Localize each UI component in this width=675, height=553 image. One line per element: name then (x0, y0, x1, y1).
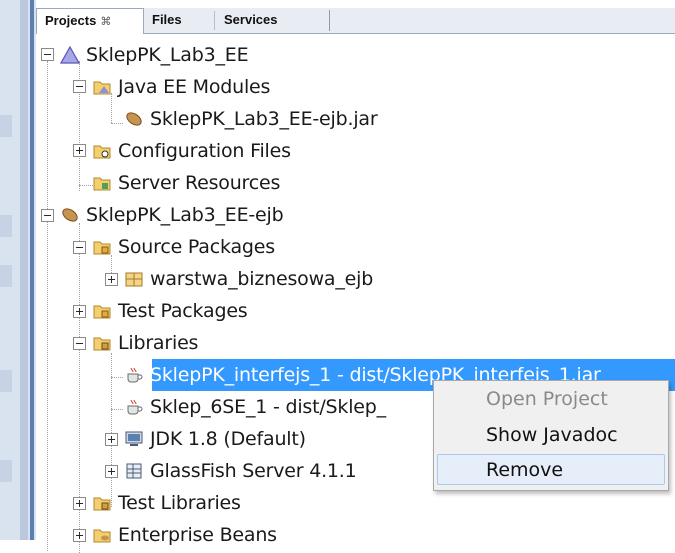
explorer-tab-bar: Projects ⌘ Files Services (36, 8, 675, 34)
tab-files[interactable]: Files (144, 8, 216, 33)
tree-node[interactable]: Enterprise Beans (92, 519, 277, 551)
menu-item-show-javadoc[interactable]: Show Javadoc (486, 424, 618, 446)
node-label: Test Libraries (118, 492, 241, 514)
source-packages-folder-icon (92, 237, 112, 257)
jdk-icon (124, 429, 144, 449)
test-packages-folder-icon (92, 301, 112, 321)
tree-node[interactable]: GlassFish Server 4.1.1 (124, 455, 357, 487)
node-label: Configuration Files (118, 140, 291, 162)
libraries-folder-icon (92, 333, 112, 353)
tree-node[interactable]: SklepPK_Lab3_EE-ejb.jar (124, 103, 378, 135)
context-menu: Open Project Show Javadoc Remove (433, 380, 669, 491)
tree-node[interactable]: Test Libraries (92, 487, 241, 519)
library-jar-icon (124, 397, 144, 417)
expand-toggle[interactable] (73, 305, 86, 318)
tree-node[interactable]: Java EE Modules (92, 71, 270, 103)
tree-node[interactable]: SklepPK_Lab3_EE-ejb (60, 199, 284, 231)
left-window-strip (0, 0, 36, 540)
collapse-toggle[interactable] (73, 241, 86, 254)
node-label: warstwa_biznesowa_ejb (150, 268, 374, 290)
tree-node[interactable]: Source Packages (92, 231, 275, 263)
tree-node[interactable]: Test Packages (92, 295, 248, 327)
menu-item-open-project[interactable]: Open Project (486, 388, 608, 410)
tab-close-icon[interactable]: ⌘ (100, 16, 111, 28)
node-label: Java EE Modules (118, 76, 271, 98)
node-label: SklepPK_Lab3_EE-ejb.jar (150, 108, 378, 130)
tree-node[interactable]: Configuration Files (92, 135, 291, 167)
modules-folder-icon (92, 77, 112, 97)
expand-toggle[interactable] (105, 465, 118, 478)
tab-projects-label: Projects (45, 13, 97, 28)
tab-projects[interactable]: Projects ⌘ (36, 8, 144, 34)
enterprise-project-icon (59, 45, 81, 65)
tree-node[interactable]: SklepPK_Lab3_EE (59, 39, 249, 71)
config-folder-icon (92, 141, 112, 161)
node-label: JDK 1.8 (Default) (150, 428, 306, 450)
tree-node[interactable]: Server Resources (92, 167, 280, 199)
expand-toggle[interactable] (73, 144, 86, 157)
node-label: Test Packages (118, 300, 248, 322)
enterprise-beans-folder-icon (92, 525, 112, 545)
expand-toggle[interactable] (73, 497, 86, 510)
tree-node[interactable]: Libraries (92, 327, 198, 359)
tab-files-label: Files (152, 12, 182, 27)
expand-toggle[interactable] (105, 273, 118, 286)
collapse-toggle[interactable] (73, 80, 86, 93)
tab-services[interactable]: Services (216, 8, 326, 33)
tree-node[interactable]: warstwa_biznesowa_ejb (124, 263, 373, 295)
menu-item-remove[interactable]: Remove (486, 459, 563, 481)
node-label: SklepPK_Lab3_EE (86, 44, 249, 66)
package-icon (124, 269, 144, 289)
tree-node[interactable]: Sklep_6SE_1 - dist/Sklep_ (124, 391, 386, 423)
ejb-project-icon (60, 205, 80, 225)
collapse-toggle[interactable] (41, 48, 54, 61)
node-label: Sklep_6SE_1 - dist/Sklep_ (150, 396, 386, 418)
test-libraries-folder-icon (92, 493, 112, 513)
server-icon (124, 461, 144, 481)
node-label: Enterprise Beans (118, 524, 277, 546)
expand-toggle[interactable] (73, 529, 86, 542)
node-label: Server Resources (118, 172, 281, 194)
library-jar-icon (124, 365, 144, 385)
node-label: Source Packages (118, 236, 275, 258)
ejb-jar-icon (124, 109, 144, 129)
node-label: Libraries (118, 332, 199, 354)
collapse-toggle[interactable] (73, 337, 86, 350)
tab-services-label: Services (224, 12, 278, 27)
expand-toggle[interactable] (105, 433, 118, 446)
node-label: SklepPK_Lab3_EE-ejb (86, 204, 284, 226)
collapse-toggle[interactable] (41, 209, 54, 222)
node-label: GlassFish Server 4.1.1 (150, 460, 357, 482)
tree-node[interactable]: JDK 1.8 (Default) (124, 423, 306, 455)
server-resources-folder-icon (92, 173, 112, 193)
